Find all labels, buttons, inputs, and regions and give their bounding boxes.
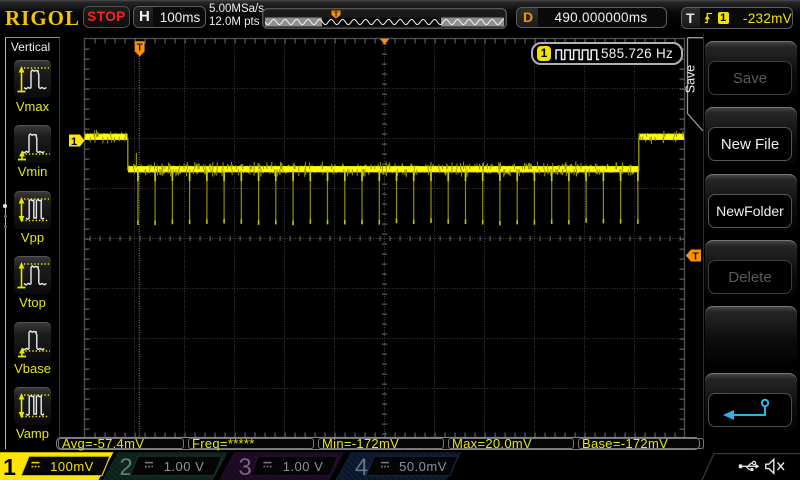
svg-text:1: 1	[71, 136, 77, 148]
svg-text:100mV: 100mV	[50, 459, 94, 474]
svg-text:1: 1	[3, 454, 16, 480]
svg-text:50.0mV: 50.0mV	[399, 459, 447, 474]
svg-text:T: T	[137, 43, 143, 54]
svg-text:1.00 V: 1.00 V	[164, 459, 205, 474]
svg-text:T: T	[692, 252, 698, 263]
svg-text:1.00 V: 1.00 V	[283, 459, 324, 474]
svg-text:Save: Save	[684, 65, 698, 94]
